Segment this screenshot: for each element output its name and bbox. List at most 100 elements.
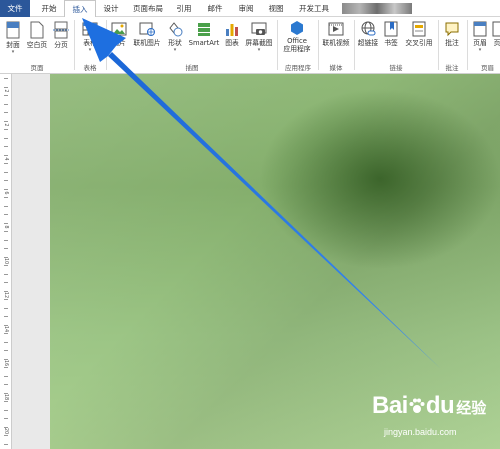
shapes-icon [169, 22, 183, 37]
shapes-button[interactable]: 形状 ▾ [164, 21, 186, 53]
tab-home[interactable]: 开始 [34, 0, 64, 17]
group-separator [277, 20, 278, 70]
paw-icon [409, 398, 425, 413]
group-pages-label: 页面 [30, 64, 44, 72]
dropdown-icon: ▾ [11, 49, 15, 55]
footer-button[interactable]: 页 [491, 21, 500, 48]
bookmark-label: 书签 [384, 39, 398, 47]
blank-page-label: 空白页 [26, 41, 48, 49]
screenshot-icon [251, 22, 267, 35]
group-separator [354, 20, 355, 70]
bookmark-button[interactable]: 书签 [381, 21, 401, 48]
group-comments-label: 批注 [445, 64, 459, 72]
cross-reference-icon [412, 21, 426, 37]
ruler-tick [4, 290, 8, 292]
cover-page-button[interactable]: 封面 ▾ [2, 21, 24, 55]
online-picture-button[interactable]: 联机图片 [131, 21, 163, 48]
online-picture-label: 联机图片 [133, 39, 161, 47]
cover-page-icon [6, 21, 20, 39]
smartart-button[interactable]: SmartArt [187, 21, 221, 48]
page-break-label: 分页 [54, 41, 68, 49]
tab-review[interactable]: 审阅 [232, 0, 260, 17]
ruler-tick [4, 112, 8, 113]
hyperlink-icon [361, 21, 376, 36]
comment-button[interactable]: 批注 [440, 21, 464, 48]
ruler-tick [4, 333, 8, 334]
table-icon [82, 22, 98, 36]
group-apps-label: 应用程序 [285, 64, 311, 72]
ruler-tick [4, 197, 8, 198]
footer-label: 页 [493, 39, 500, 47]
tab-design[interactable]: 设计 [96, 0, 126, 17]
ruler-tick [4, 103, 8, 105]
picture-icon [111, 22, 127, 36]
office-apps-label-2: 应用程序 [283, 45, 311, 53]
baidu-watermark: Bai du 经验 [372, 392, 486, 420]
ruler-tick [4, 95, 8, 96]
ruler-tick [4, 316, 8, 317]
hyperlink-button[interactable]: 超链接 [356, 21, 380, 48]
watermark-logo-2: du [425, 392, 455, 419]
group-links-label: 链接 [389, 64, 403, 72]
dropdown-icon: ▾ [173, 47, 177, 53]
ruler-tick [4, 375, 8, 377]
ruler-tick [4, 401, 8, 402]
blurred-tabs [342, 3, 412, 14]
screenshot-button[interactable]: 屏幕截图 ▾ [243, 21, 275, 53]
tab-references[interactable]: 引用 [170, 0, 198, 17]
tab-developer[interactable]: 开发工具 [294, 0, 334, 17]
ruler-tick [4, 154, 8, 156]
ruler-tick [4, 171, 8, 173]
group-tables-label: 表格 [83, 64, 97, 72]
ruler-tick [4, 86, 8, 88]
ruler-tick [4, 188, 8, 190]
online-video-button[interactable]: 联机视频 [320, 21, 352, 48]
watermark-url: jingyan.baidu.com [384, 427, 457, 437]
ruler-tick [4, 392, 8, 394]
tab-view[interactable]: 视图 [262, 0, 290, 17]
table-button[interactable]: 表格 ▾ [78, 21, 102, 53]
ruler-tick [4, 205, 8, 207]
smartart-icon [198, 23, 210, 36]
footer-icon [492, 21, 500, 37]
ruler-tick [4, 426, 8, 428]
group-separator [438, 20, 439, 70]
ribbon-insert: 封面 ▾ 空白页 分页 页面 表格 ▾ 表格 图片 联机图片 形状 ▾ Smar… [0, 17, 500, 74]
group-separator [106, 20, 107, 70]
ruler-tick [4, 282, 8, 283]
picture-button[interactable]: 图片 [108, 21, 130, 48]
header-button[interactable]: 页眉 ▾ [469, 21, 491, 53]
vertical-ruler[interactable]: 2 2 4 6 8 10 12 14 16 18 20 [0, 74, 12, 449]
ruler-tick [4, 341, 8, 343]
chart-button[interactable]: 图表 [222, 21, 242, 48]
group-media-label: 媒体 [329, 64, 343, 72]
group-header-label: 页眉 [481, 64, 494, 72]
ruler-tick [4, 129, 8, 130]
ruler-tick [4, 273, 8, 275]
tab-page-layout[interactable]: 页面布局 [128, 0, 168, 17]
group-illustrations-label: 插图 [185, 64, 199, 72]
cross-reference-label: 交叉引用 [405, 39, 433, 47]
office-apps-icon [291, 21, 303, 35]
cross-reference-button[interactable]: 交叉引用 [402, 21, 436, 48]
ruler-tick [4, 265, 8, 266]
bookmark-icon [384, 21, 398, 37]
ruler-tick [4, 443, 8, 445]
group-separator [318, 20, 319, 70]
page-break-icon [53, 21, 69, 39]
watermark-logo: Bai [372, 392, 408, 419]
smartart-label: SmartArt [188, 39, 220, 47]
ruler-tick [4, 324, 8, 326]
chart-icon [226, 24, 238, 36]
blank-page-button[interactable]: 空白页 [25, 21, 49, 50]
tab-insert[interactable]: 插入 [64, 0, 96, 18]
tab-mailings[interactable]: 邮件 [200, 0, 230, 17]
ruler-tick [4, 222, 8, 224]
tab-file[interactable]: 文件 [0, 0, 30, 17]
ruler-tick [4, 418, 8, 419]
ruler-tick [4, 78, 8, 79]
dropdown-icon: ▾ [257, 47, 261, 53]
page-break-button[interactable]: 分页 [50, 21, 72, 50]
office-apps-button[interactable]: Office 应用程序 [279, 21, 315, 53]
group-separator [467, 20, 468, 70]
